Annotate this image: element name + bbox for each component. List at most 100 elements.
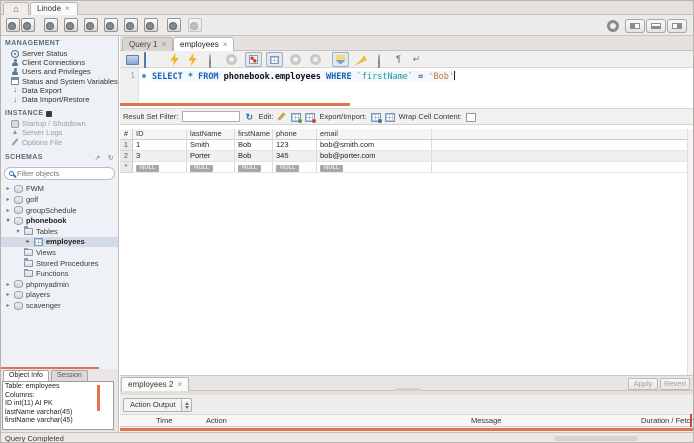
sql-code-editor[interactable]: 1 SELECT * FROM phonebook.employees WHER… <box>120 68 693 103</box>
wrap-cell-content-icon[interactable] <box>465 112 476 122</box>
col-header-firstname[interactable]: firstName <box>235 129 273 140</box>
sql-statement[interactable]: SELECT * FROM phonebook.employees WHERE … <box>151 70 456 82</box>
tree-item-scavenger[interactable]: ▸ scavenger <box>1 300 118 311</box>
open-script-icon[interactable] <box>126 55 139 65</box>
cell-id[interactable]: 3 <box>133 151 187 162</box>
tree-item-phpmyadmin[interactable]: ▸ phpmyadmin <box>1 279 118 290</box>
tab-object-info[interactable]: Object Info <box>3 370 49 381</box>
close-icon[interactable]: × <box>177 380 182 389</box>
cell-null[interactable]: NULL <box>273 162 317 173</box>
row-number[interactable]: 2 <box>120 151 133 162</box>
cell-phone[interactable]: 345 <box>273 151 317 162</box>
commit-icon[interactable] <box>290 54 301 65</box>
caret-right-icon[interactable]: ▸ <box>5 281 11 288</box>
col-header-message[interactable]: Message <box>471 415 501 426</box>
refresh-schemas-icon[interactable]: ↻ <box>108 154 114 162</box>
tree-item-stored-procedures[interactable]: Stored Procedures <box>1 258 118 269</box>
toggle-bottom-panel-button[interactable] <box>646 19 666 33</box>
col-header-email[interactable]: email <box>317 129 432 140</box>
output-scrollbar[interactable] <box>690 414 692 427</box>
expand-schemas-icon[interactable]: ↗ <box>94 154 100 162</box>
col-header-duration[interactable]: Duration / Fetch <box>641 415 693 426</box>
tab-employees[interactable]: employees × <box>173 37 235 51</box>
output-splitter-highlight[interactable] <box>120 428 693 431</box>
editor-splitter-highlight[interactable] <box>120 103 350 106</box>
connection-tab-linode[interactable]: Linode × <box>30 2 78 15</box>
sidebar-item-server-status[interactable]: Server Status <box>1 49 118 58</box>
tab-employees-2[interactable]: employees 2 × <box>121 377 190 392</box>
beautify-sql-icon[interactable] <box>354 54 367 66</box>
new-view-icon[interactable] <box>84 18 98 32</box>
new-query-tab-icon[interactable] <box>6 18 20 32</box>
row-number[interactable]: 1 <box>120 140 133 151</box>
cell-firstname[interactable]: Bob <box>235 140 273 151</box>
object-info-scrollbar[interactable] <box>97 385 100 411</box>
tree-item-employees[interactable]: ▸ employees <box>1 236 118 248</box>
output-selector[interactable]: Action Output <box>123 398 193 412</box>
search-table-data-icon[interactable] <box>167 18 181 32</box>
home-tab[interactable]: ⌂ <box>3 2 29 15</box>
caret-down-icon[interactable]: ▾ <box>15 228 21 235</box>
sidebar-item-startup-shutdown[interactable]: Startup / Shutdown <box>1 119 118 128</box>
tree-item-groupschedule[interactable]: ▸ groupSchedule <box>1 205 118 216</box>
cell-null[interactable]: NULL <box>317 162 432 173</box>
cell-email[interactable]: bob@porter.com <box>317 151 432 162</box>
add-row-icon[interactable] <box>291 112 303 123</box>
apply-button[interactable]: Apply <box>628 378 658 390</box>
caret-right-icon[interactable]: ▸ <box>25 238 31 245</box>
col-header-id[interactable]: ID <box>133 129 187 140</box>
cell-firstname[interactable]: Bob <box>235 151 273 162</box>
close-icon[interactable]: × <box>161 40 166 49</box>
invisible-characters-icon[interactable]: ¶ <box>392 53 405 66</box>
tree-item-tables[interactable]: ▾ Tables <box>1 226 118 237</box>
toggle-autocommit-button[interactable] <box>332 52 349 67</box>
sidebar-item-system-variables[interactable]: Status and System Variables <box>1 77 118 86</box>
new-function-icon[interactable] <box>124 18 138 32</box>
toggle-stop-on-error-button[interactable] <box>245 52 262 67</box>
sidebar-item-data-import[interactable]: ↓ Data Import/Restore <box>1 95 118 104</box>
execute-query-icon[interactable] <box>170 53 179 66</box>
tree-item-phonebook[interactable]: ▾ phonebook <box>1 215 118 226</box>
new-procedure-icon[interactable] <box>104 18 118 32</box>
col-header-phone[interactable]: phone <box>273 129 317 140</box>
cell-email[interactable]: bob@smith.com <box>317 140 432 151</box>
caret-down-icon[interactable]: ▾ <box>5 217 11 224</box>
toggle-right-panel-button[interactable] <box>667 19 687 33</box>
caret-right-icon[interactable]: ▸ <box>5 291 11 298</box>
col-header-lastname[interactable]: lastName <box>187 129 235 140</box>
export-results-icon[interactable] <box>370 112 382 123</box>
delete-row-icon[interactable] <box>305 112 317 123</box>
col-header-num[interactable]: # <box>120 129 133 140</box>
stop-query-icon[interactable] <box>226 54 237 65</box>
inspect-database-icon[interactable] <box>144 18 158 32</box>
caret-right-icon[interactable]: ▸ <box>5 185 11 192</box>
caret-right-icon[interactable]: ▸ <box>5 302 11 309</box>
cell-null[interactable]: NULL <box>235 162 273 173</box>
tab-session[interactable]: Session <box>50 370 88 381</box>
rollback-icon[interactable] <box>310 54 321 65</box>
sidebar-item-client-connections[interactable]: Client Connections <box>1 58 118 67</box>
cell-null[interactable]: NULL <box>133 162 187 173</box>
edit-record-icon[interactable] <box>277 112 287 122</box>
schema-filter-input[interactable] <box>17 168 101 178</box>
tree-item-players[interactable]: ▸ players <box>1 290 118 301</box>
sidebar-item-options-file[interactable]: Options File <box>1 138 118 147</box>
tree-item-golf[interactable]: ▸ golf <box>1 194 118 205</box>
sidebar-item-server-logs[interactable]: ▲ Server Logs <box>1 128 118 137</box>
close-icon[interactable]: × <box>223 40 228 49</box>
new-table-icon[interactable] <box>64 18 78 32</box>
close-icon[interactable]: × <box>65 4 70 13</box>
col-header-time[interactable]: Time <box>156 415 172 426</box>
refresh-results-icon[interactable]: ↻ <box>244 112 254 122</box>
caret-right-icon[interactable]: ▸ <box>5 207 11 214</box>
open-sql-file-icon[interactable] <box>21 18 35 32</box>
toggle-left-panel-button[interactable] <box>625 19 645 33</box>
tree-item-views[interactable]: Views <box>1 247 118 258</box>
limit-rows-button[interactable] <box>266 52 283 67</box>
revert-button[interactable]: Revert <box>660 378 690 390</box>
new-schema-icon[interactable] <box>44 18 58 32</box>
cell-null[interactable]: NULL <box>187 162 235 173</box>
result-grid-scrollbar[interactable] <box>687 129 693 375</box>
tree-item-fwm[interactable]: ▸ FWM <box>1 184 118 195</box>
reconnect-icon[interactable] <box>188 18 202 32</box>
